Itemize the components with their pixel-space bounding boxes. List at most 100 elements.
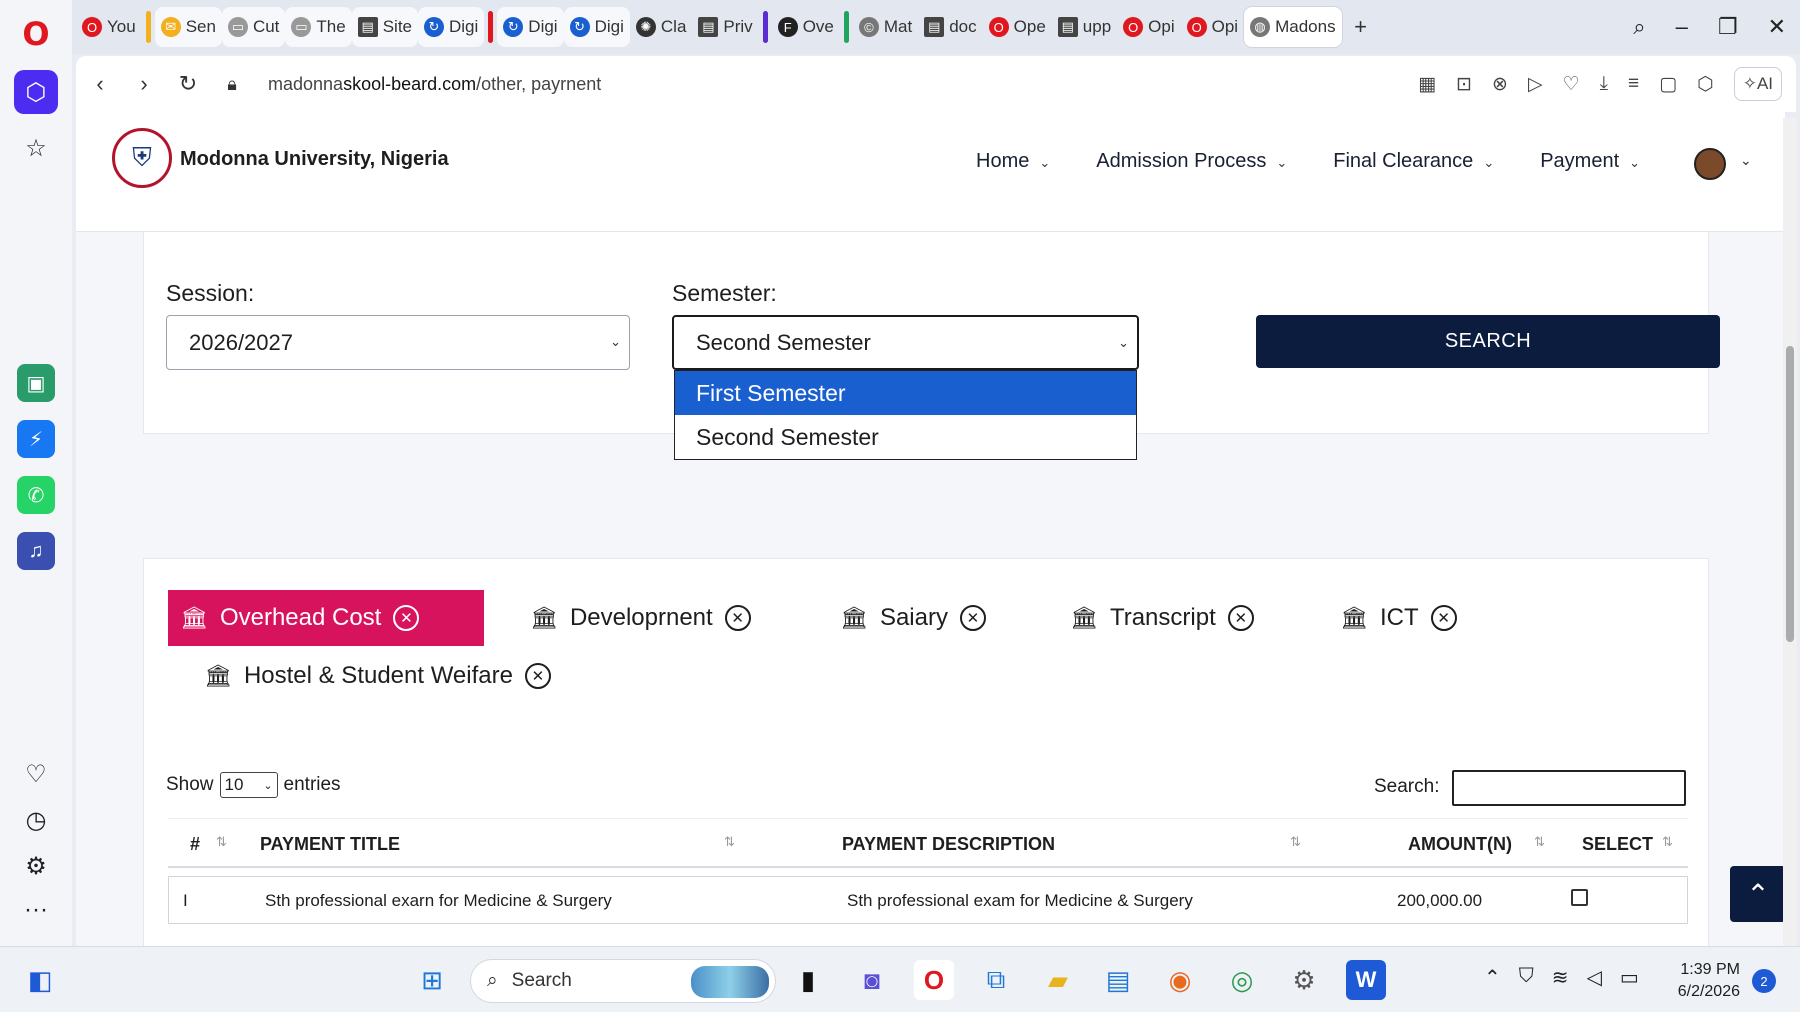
sort-icon[interactable]: ⇅ [216,834,227,850]
tab[interactable]: ↻ Digi [418,7,485,47]
close-circle-icon[interactable]: ✕ [959,605,986,631]
tab-group-marker[interactable] [488,11,494,43]
th-amount[interactable]: AMOUNT(N) [1408,834,1512,855]
tab[interactable]: ✺ Cla [630,7,693,47]
search-tabs-icon[interactable]: ⌕ [1633,14,1645,40]
more-dots-icon[interactable]: ··· [14,888,58,932]
close-circle-icon[interactable]: ✕ [393,605,420,631]
heart-icon[interactable]: ♡ [14,752,58,796]
chevron-down-icon[interactable]: ⌄ [1740,152,1752,169]
category-tab-salary[interactable]: 🏛︎ Saiary ✕ [828,590,998,646]
page-scrollbar[interactable] [1783,118,1797,946]
taskbar-clock[interactable]: 1:39 PM 6/2/2026 [1668,959,1740,1003]
download-icon[interactable]: ⤓ [1600,73,1608,95]
easy-setup-menu-icon[interactable]: ≡ [1628,73,1639,95]
close-icon[interactable]: ✕ [1768,14,1786,40]
workspace-icon[interactable]: ⬡ [14,70,58,114]
battery-icon[interactable]: ▭ [1620,965,1639,990]
tab[interactable]: ▤ Priv [692,7,758,47]
university-crest-icon[interactable]: ⛨ [112,128,172,188]
tab-active[interactable]: ◍ Madons [1244,7,1342,47]
category-tab-overhead-cost[interactable]: 🏛︎ Overhead Cost ✕ [168,590,484,646]
tab-group-marker[interactable] [145,11,151,43]
nav-payment[interactable]: Payment ⌄ [1540,150,1640,173]
scrollbar-thumb[interactable] [1786,346,1794,642]
opera-logo-icon[interactable]: O [14,12,58,56]
tab[interactable]: © Mat [853,7,918,47]
close-circle-icon[interactable]: ✕ [724,605,751,631]
restore-icon[interactable]: ❐ [1718,14,1738,40]
whatsapp-icon[interactable]: ✆ [17,476,55,514]
entries-select[interactable]: 10 ⌄ [219,772,278,798]
session-select[interactable]: 2026/2027 ⌄ [166,315,630,370]
vscode-icon[interactable]: ⧉ [976,960,1016,1000]
site-name[interactable]: Modonna University, Nigeria [180,148,449,171]
back-arrow-icon[interactable]: ‹ [78,62,122,106]
category-tab-transcript[interactable]: 🏛︎ Transcript ✕ [1058,590,1266,646]
volume-icon[interactable]: ◁ [1587,965,1602,990]
tab[interactable]: O You [76,7,142,47]
sort-icon[interactable]: ⇅ [724,834,735,850]
notification-badge[interactable]: 2 [1752,969,1776,993]
tab[interactable]: ▭ The [285,7,352,47]
music-player-icon[interactable]: ♫ [17,532,55,570]
reader-mode-icon[interactable]: ▦ [1418,73,1436,96]
tab-group-marker[interactable] [762,11,768,43]
tab[interactable]: ▤ Site [351,7,418,47]
tab[interactable]: O Opi [1117,7,1180,47]
tab[interactable]: ↻ Digi [563,7,630,47]
pinboard-star-icon[interactable]: ☆ [14,126,58,170]
notepad-icon[interactable]: ▤ [1098,960,1138,1000]
th-number[interactable]: # [190,834,200,855]
windows-start-icon[interactable]: ⊞ [412,960,452,1000]
word-icon[interactable]: W [1346,960,1386,1000]
nav-final-clearance[interactable]: Final Clearance ⌄ [1333,150,1494,173]
history-clock-icon[interactable]: ◷ [14,798,58,842]
scroll-to-top-button[interactable]: ⌃ [1730,866,1785,922]
tab[interactable]: ✉ Sen [154,7,222,47]
lock-icon[interactable]: 🔒︎ [210,62,254,106]
th-payment-title[interactable]: PAYMENT TITLE [260,834,400,855]
file-explorer-icon[interactable]: ▰ [1038,960,1078,1000]
teams-icon[interactable]: ◙ [852,960,892,1000]
snapshot-camera-icon[interactable]: ⊡ [1456,73,1472,96]
search-button[interactable]: SEARCH [1256,315,1720,368]
reload-icon[interactable]: ↻ [166,62,210,106]
tab[interactable]: F Ove [772,7,840,47]
tab[interactable]: ▤ upp [1052,7,1117,47]
close-circle-icon[interactable]: ✕ [1227,605,1254,631]
category-tab-hostel-welfare[interactable]: 🏛︎ Hostel & Student Weifare ✕ [192,648,563,704]
minimize-icon[interactable]: – [1676,14,1688,40]
sort-icon[interactable]: ⇅ [1290,834,1301,850]
table-row[interactable]: I Sth professional exarn for Medicine & … [168,876,1688,924]
security-icon[interactable]: ⛉ [1519,965,1534,990]
th-select[interactable]: SELECT [1582,834,1653,855]
sort-icon[interactable]: ⇅ [1534,834,1545,850]
aria-ai-button[interactable]: ✧AI [1733,67,1782,101]
settings-gear-icon[interactable]: ⚙ [1284,960,1324,1000]
url-field[interactable]: madonnaskool-beard.com/other, payrnent [268,74,601,95]
widgets-icon[interactable]: ◧ [20,960,60,1000]
table-search-input[interactable] [1452,770,1686,806]
tab[interactable]: ▭ Cut [221,7,286,47]
new-tab-plus-icon[interactable]: + [1348,14,1374,40]
settings-gear-icon[interactable]: ⚙ [14,844,58,888]
firefox-icon[interactable]: ◉ [1160,960,1200,1000]
chevron-up-icon[interactable]: ⌃ [1484,965,1501,990]
send-icon[interactable]: ▷ [1528,73,1543,96]
opera-taskbar-icon[interactable]: O [914,960,954,1000]
category-tab-development[interactable]: 🏛︎ Developrnent ✕ [518,590,763,646]
wifi-icon[interactable]: ≋ [1552,965,1569,990]
vpn-shield-icon[interactable]: ⬡ [1697,73,1714,96]
close-circle-icon[interactable]: ✕ [524,663,551,689]
th-payment-description[interactable]: PAYMENT DESCRIPTION [842,834,1055,855]
task-view-icon[interactable]: ▮ [788,960,828,1000]
option-first-semester[interactable]: First Semester [675,371,1136,415]
messenger-icon[interactable]: ⚡ [17,420,55,458]
tab[interactable]: O Opi [1181,7,1244,47]
category-tab-ict[interactable]: 🏛︎ ICT ✕ [1328,590,1469,646]
row-select-checkbox[interactable] [1571,889,1588,906]
nav-home[interactable]: Home ⌄ [976,150,1050,173]
tab[interactable]: ↻ Digi [497,7,564,47]
sort-icon[interactable]: ⇅ [1662,834,1673,850]
